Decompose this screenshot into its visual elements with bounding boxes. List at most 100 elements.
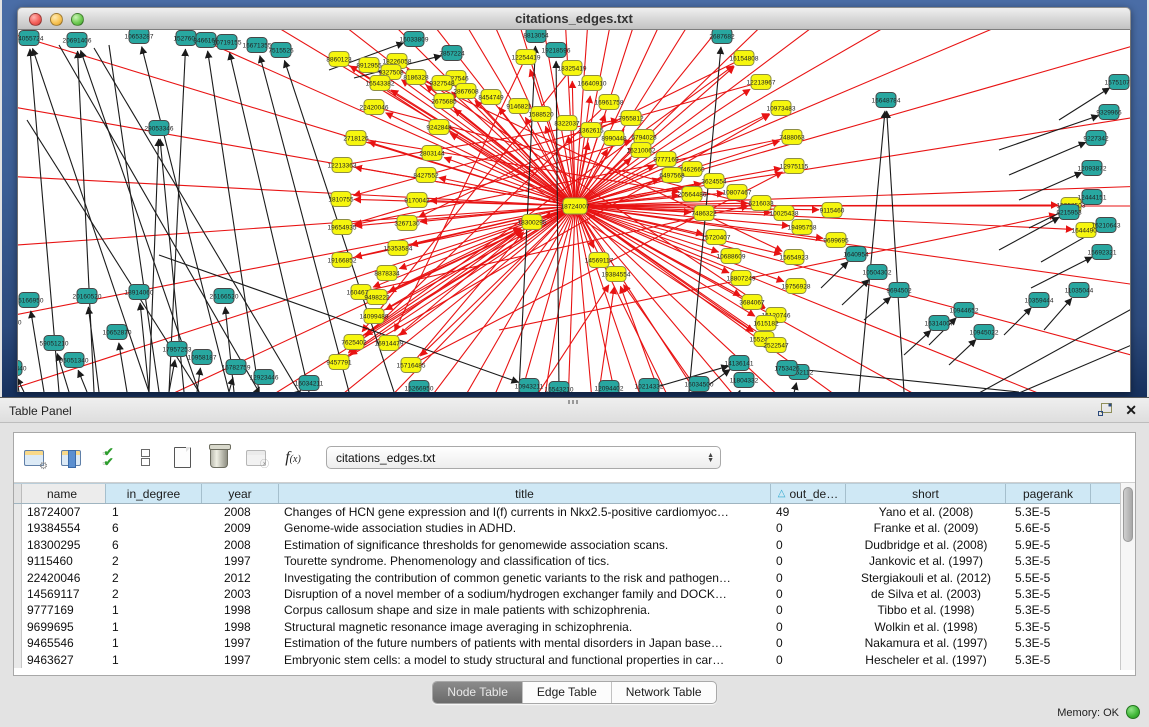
column-header-outde[interactable]: △out_de…: [771, 484, 846, 503]
cell-pagerank[interactable]: 5.3E-5: [1006, 504, 1091, 520]
graph-hub-node[interactable]: 18724007: [561, 198, 590, 214]
cell-name[interactable]: 18724007: [22, 504, 106, 520]
graph-node[interactable]: 12254419: [512, 50, 541, 65]
graph-node[interactable]: 7625402: [341, 335, 367, 350]
graph-node[interactable]: 3624554: [701, 174, 727, 189]
graph-node[interactable]: 9699695: [823, 233, 849, 248]
graph-node[interactable]: 10504302: [863, 265, 892, 280]
graph-node[interactable]: 2867608: [453, 84, 479, 99]
column-header-name[interactable]: name: [22, 484, 106, 503]
table-row[interactable]: 946554611997Estimation of the future num…: [14, 635, 1120, 651]
graph-node[interactable]: 8454749: [478, 90, 504, 105]
cell-outde[interactable]: 0: [771, 652, 846, 668]
cell-pagerank[interactable]: 5.3E-5: [1006, 586, 1091, 602]
graph-node[interactable]: 12094402: [595, 381, 624, 393]
cell-name[interactable]: 9463627: [22, 652, 106, 668]
graph-node[interactable]: 16154808: [730, 51, 759, 66]
cell-indegree[interactable]: 1: [106, 504, 202, 520]
table-row[interactable]: 1938455462009Genome-wide association stu…: [14, 520, 1120, 536]
cell-name[interactable]: 18300295: [22, 537, 106, 553]
graph-node[interactable]: 19495758: [788, 220, 817, 235]
table-row[interactable]: 946362711997Embryonic stem cells: a mode…: [14, 652, 1120, 668]
graph-node[interactable]: 3684067: [739, 295, 765, 310]
graph-node[interactable]: 8427552: [413, 168, 439, 183]
cell-title[interactable]: Investigating the contribution of common…: [279, 570, 771, 586]
graph-node[interactable]: 10214332: [635, 379, 664, 393]
graph-node[interactable]: 10807467: [723, 185, 752, 200]
graph-node[interactable]: 16034500: [685, 377, 714, 392]
graph-node[interactable]: 18807249: [727, 271, 756, 286]
graph-node[interactable]: 9327548: [429, 76, 455, 91]
cell-short[interactable]: Yano et al. (2008): [846, 504, 1006, 520]
cell-name[interactable]: 22420046: [22, 570, 106, 586]
graph-node[interactable]: 9115460: [820, 203, 845, 218]
table-panel-header[interactable]: Table Panel ✕: [0, 397, 1149, 423]
graph-node[interactable]: 7515526: [268, 43, 294, 58]
graph-node[interactable]: 7486322: [691, 206, 717, 221]
graph-node[interactable]: 10653440: [18, 361, 27, 376]
cell-short[interactable]: Hescheler et al. (1997): [846, 652, 1006, 668]
graph-node[interactable]: 16961758: [595, 95, 624, 110]
graph-node[interactable]: 11804332: [730, 373, 759, 388]
graph-node[interactable]: 10945022: [970, 325, 999, 340]
graph-node[interactable]: 16648784: [872, 93, 901, 108]
window-titlebar[interactable]: citations_edges.txt: [17, 7, 1131, 30]
graph-node[interactable]: 25166950: [18, 293, 44, 308]
splitter-grip-icon[interactable]: [568, 400, 580, 404]
graph-node[interactable]: 8186328: [403, 70, 429, 85]
cell-short[interactable]: Nakamura et al. (1997): [846, 635, 1006, 651]
cell-pagerank[interactable]: 5.3E-5: [1006, 553, 1091, 569]
graph-node[interactable]: 16640910: [578, 76, 607, 91]
column-header-title[interactable]: title: [279, 484, 771, 503]
graph-node[interactable]: 8813054: [523, 30, 549, 43]
graph-node[interactable]: 2522547: [763, 338, 789, 353]
cell-indegree[interactable]: 1: [106, 602, 202, 618]
graph-node[interactable]: 1588520: [528, 107, 554, 122]
cell-year[interactable]: 2008: [202, 504, 279, 520]
cell-title[interactable]: Changes of HCN gene expression and I(f) …: [279, 504, 771, 520]
graph-node[interactable]: 10958187: [188, 350, 217, 365]
cell-outde[interactable]: 0: [771, 570, 846, 586]
cell-year[interactable]: 2009: [202, 520, 279, 536]
cell-title[interactable]: Estimation of the future numbers of pati…: [279, 635, 771, 651]
cell-short[interactable]: de Silva et al. (2003): [846, 586, 1006, 602]
graph-node[interactable]: 16782759: [222, 360, 251, 375]
new-table-icon[interactable]: [165, 441, 199, 475]
cell-pagerank[interactable]: 5.3E-5: [1006, 602, 1091, 618]
cell-title[interactable]: Tourette syndrome. Phenomenology and cla…: [279, 553, 771, 569]
cell-year[interactable]: 2012: [202, 570, 279, 586]
graph-node[interactable]: 16033809: [400, 32, 429, 47]
cell-short[interactable]: Stergiakouli et al. (2012): [846, 570, 1006, 586]
cell-indegree[interactable]: 6: [106, 537, 202, 553]
graph-node[interactable]: 8215953: [1056, 205, 1082, 220]
delete-table-icon[interactable]: ⓧ: [239, 441, 273, 475]
column-header-short[interactable]: short: [846, 484, 1006, 503]
graph-node[interactable]: 18325419: [558, 61, 587, 76]
graph-node[interactable]: 12975115: [780, 159, 809, 174]
cell-indegree[interactable]: 1: [106, 652, 202, 668]
cell-year[interactable]: 1998: [202, 602, 279, 618]
cell-indegree[interactable]: 2: [106, 570, 202, 586]
graph-node[interactable]: 1640954: [843, 247, 869, 262]
table-row[interactable]: 911546021997Tourette syndrome. Phenomeno…: [14, 553, 1120, 569]
column-header-year[interactable]: year: [202, 484, 279, 503]
close-panel-icon[interactable]: ✕: [1125, 402, 1137, 418]
cell-year[interactable]: 1997: [202, 635, 279, 651]
cell-short[interactable]: Dudbridge et al. (2008): [846, 537, 1006, 553]
graph-node[interactable]: 20160520: [73, 289, 102, 304]
graph-node[interactable]: 1753426: [774, 361, 800, 376]
cell-short[interactable]: Franke et al. (2009): [846, 520, 1006, 536]
graph-node[interactable]: 2718126: [343, 131, 369, 146]
cell-year[interactable]: 2008: [202, 537, 279, 553]
cell-year[interactable]: 1998: [202, 619, 279, 635]
cell-indegree[interactable]: 6: [106, 520, 202, 536]
merge-cells-icon[interactable]: [128, 441, 162, 475]
graph-node[interactable]: 24055724: [18, 31, 44, 46]
cell-outde[interactable]: 0: [771, 586, 846, 602]
graph-node[interactable]: 6497568: [659, 168, 685, 183]
graph-node[interactable]: 15692321: [1088, 245, 1117, 260]
delete-columns-icon[interactable]: [202, 441, 236, 475]
graph-node[interactable]: 10719155: [213, 35, 242, 50]
graph-node[interactable]: 6216033: [748, 196, 774, 211]
graph-node[interactable]: 8860123: [326, 52, 352, 67]
